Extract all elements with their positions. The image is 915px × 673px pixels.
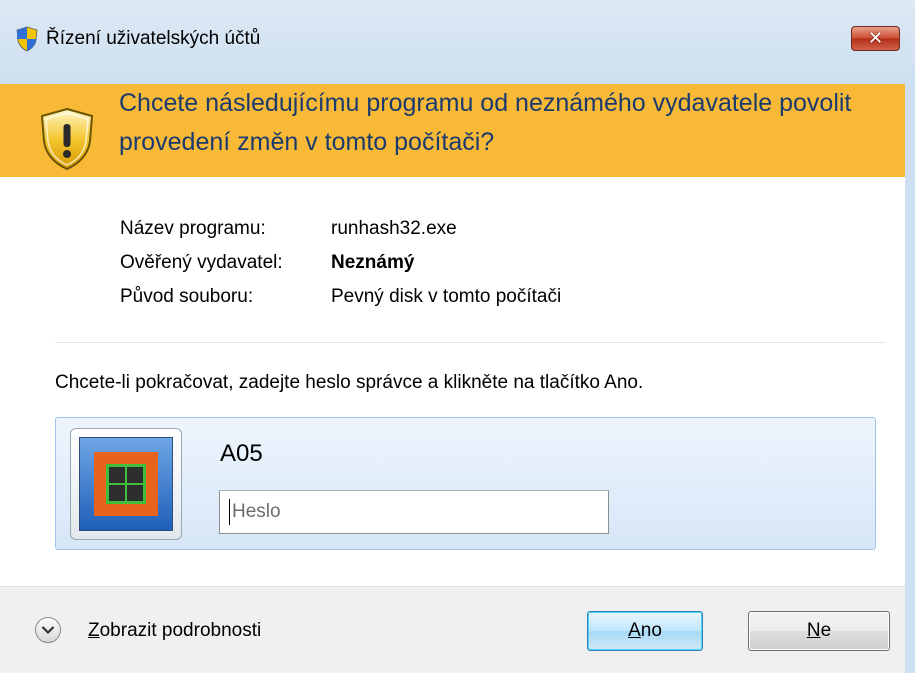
avatar-cell <box>127 485 143 501</box>
chevron-down-circle-icon[interactable] <box>34 616 62 644</box>
yes-button[interactable]: Ano <box>587 611 703 651</box>
details-accel: Z <box>88 620 100 641</box>
publisher-label: Ověřený vydavatel: <box>120 252 283 273</box>
avatar-cell <box>127 467 143 483</box>
window-title: Řízení uživatelských účtů <box>46 28 261 49</box>
no-button[interactable]: Ne <box>748 611 890 651</box>
yes-accel: A <box>628 620 641 641</box>
avatar-cell <box>109 467 125 483</box>
show-details-link[interactable]: Zobrazit podrobnosti <box>88 620 261 642</box>
yes-label-rest: no <box>640 620 662 641</box>
divider <box>55 342 885 343</box>
avatar-orange-square <box>94 452 158 516</box>
banner-question: Chcete následujícímu programu od neznámé… <box>119 89 852 156</box>
close-button[interactable]: ✕ <box>851 26 900 51</box>
file-origin-label: Původ souboru: <box>120 286 254 307</box>
details-label-rest: obrazit podrobnosti <box>99 620 262 641</box>
program-name-value: runhash32.exe <box>331 218 457 239</box>
avatar-green-square <box>106 464 146 504</box>
uac-dialog: Řízení uživatelských účtů ✕ Chcete násle… <box>0 0 915 673</box>
no-accel: N <box>806 620 821 641</box>
program-name-label: Název programu: <box>120 218 266 239</box>
window-right-border <box>905 84 915 673</box>
user-name: A05 <box>220 440 263 467</box>
warning-shield-icon <box>40 107 94 171</box>
title-bar[interactable]: Řízení uživatelských účtů ✕ <box>0 0 915 84</box>
instruction-text: Chcete-li pokračovat, zadejte heslo sprá… <box>55 372 644 393</box>
uac-shield-icon <box>16 26 38 52</box>
text-caret <box>229 499 230 525</box>
no-label-rest: e <box>820 620 832 641</box>
close-icon: ✕ <box>867 27 884 49</box>
password-input[interactable] <box>219 490 609 534</box>
avatar-cell <box>109 485 125 501</box>
avatar <box>79 437 173 531</box>
file-origin-value: Pevný disk v tomto počítači <box>331 286 562 307</box>
publisher-value: Neznámý <box>331 252 415 273</box>
